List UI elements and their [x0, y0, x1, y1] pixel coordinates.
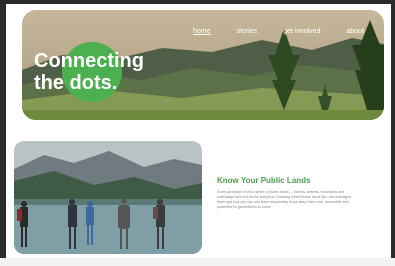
bottom-strip	[0, 258, 395, 266]
hero-title-line-2: the dots.	[34, 72, 118, 94]
section-body-text: Every American owns a share of public la…	[217, 190, 352, 209]
hikers-lake-image	[14, 141, 202, 254]
window-edge-right	[391, 0, 395, 266]
top-navigation: home stories get involved about	[193, 28, 364, 35]
nav-link-about[interactable]: about	[346, 28, 364, 35]
page-frame: home stories get involved about Connecti…	[0, 0, 395, 266]
nav-link-get-involved[interactable]: get involved	[283, 28, 320, 35]
hero-title-line-1: Connecting	[34, 50, 144, 72]
window-edge-left	[0, 0, 6, 266]
hikers-lake-photo	[14, 141, 202, 254]
nav-link-stories[interactable]: stories	[236, 28, 257, 35]
window-edge-top	[0, 0, 395, 4]
nav-link-home[interactable]: home	[193, 28, 211, 35]
hero-title: Connecting the dots.	[34, 50, 234, 94]
section-heading: Know Your Public Lands	[217, 176, 311, 185]
hero-banner: home stories get involved about Connecti…	[22, 10, 384, 120]
